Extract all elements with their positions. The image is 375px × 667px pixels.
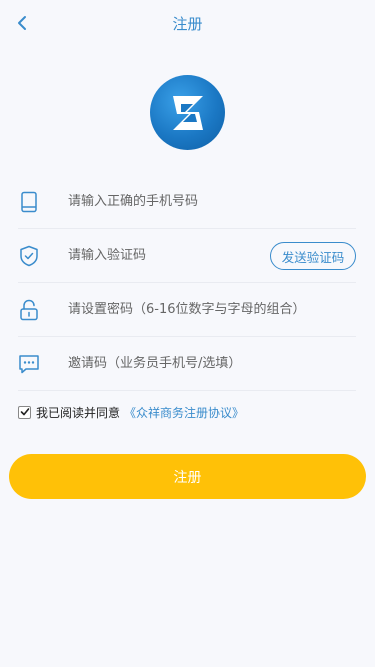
nav-bar: 注册 xyxy=(0,0,375,46)
chat-icon xyxy=(18,353,40,375)
agreement-link[interactable]: 《众祥商务注册协议》 xyxy=(124,404,244,421)
app-logo xyxy=(150,75,225,150)
lock-icon xyxy=(18,299,40,321)
shield-check-icon xyxy=(18,245,40,267)
register-button[interactable]: 注册 xyxy=(9,454,366,499)
send-code-button[interactable]: 发送验证码 xyxy=(270,242,356,270)
invite-input[interactable] xyxy=(68,356,348,371)
password-input[interactable] xyxy=(68,302,348,317)
phone-row xyxy=(18,175,356,229)
chevron-left-icon xyxy=(18,16,26,30)
agreement-text: 我已阅读并同意 xyxy=(36,405,121,420)
check-icon xyxy=(20,408,29,416)
page-title: 注册 xyxy=(172,14,203,33)
agreement-row: 我已阅读并同意 《众祥商务注册协议》 xyxy=(18,402,244,422)
phone-input[interactable] xyxy=(68,194,348,209)
back-button[interactable] xyxy=(8,9,36,37)
password-row xyxy=(18,283,356,337)
code-row: 发送验证码 xyxy=(18,229,356,283)
phone-icon xyxy=(18,191,40,213)
invite-row xyxy=(18,337,356,391)
agreement-checkbox[interactable] xyxy=(18,405,31,419)
